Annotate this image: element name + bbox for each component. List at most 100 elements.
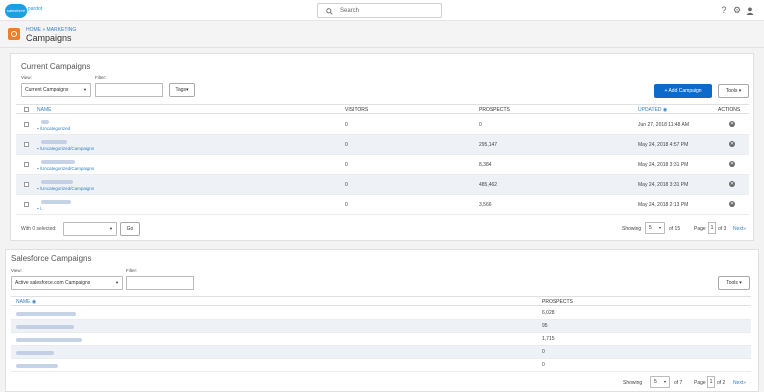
folder-path-text: /.. [39, 206, 44, 211]
table-row[interactable]: ▪ /Uncategorized/Campaigns 0 295,147 May 24… [16, 135, 749, 155]
with-selected-label: With 0 selected: [21, 226, 57, 232]
col-updated[interactable]: UPDATED ◉ [638, 107, 667, 113]
filter-input[interactable] [95, 83, 163, 97]
campaign-name-link[interactable] [16, 364, 58, 368]
updated-cell: May 24, 2018 3:31 PM [638, 162, 689, 168]
page-size-select[interactable]: 5 ▾ [650, 376, 670, 388]
folder-path[interactable]: ▪ /Uncategorized [37, 126, 70, 131]
page-input[interactable]: 1 [708, 222, 716, 234]
page-label: Page [694, 380, 706, 386]
campaign-icon [8, 28, 20, 40]
table-row[interactable]: ▪ /Uncategorized/Campaigns 0 485,462 May 24… [16, 175, 749, 195]
col-visitors: VISITORS [345, 107, 369, 113]
view-label: View: [21, 75, 32, 80]
search-icon [326, 8, 333, 15]
help-icon[interactable]: ? [719, 5, 729, 16]
prospects-cell: 8,384 [479, 162, 492, 168]
sort-icon: ◉ [662, 107, 668, 113]
row-checkbox[interactable] [24, 202, 29, 207]
campaign-name-link[interactable] [41, 120, 49, 124]
search-box[interactable]: Search [317, 3, 442, 18]
page-size-value: 5 [654, 379, 657, 385]
page-title: Campaigns [26, 33, 72, 43]
next-link[interactable]: Next» [733, 226, 746, 232]
view-select-value: Active salesforce.com Campaigns [15, 280, 91, 286]
tools-label: Tools [725, 88, 738, 94]
visitors-cell: 0 [345, 202, 348, 208]
folder-path[interactable]: ▪ /Uncategorized/Campaigns [37, 186, 94, 191]
campaign-name-link[interactable] [41, 140, 67, 144]
go-button[interactable]: Go [120, 222, 140, 236]
prospects-cell: 485,462 [479, 182, 498, 188]
col-name-label: NAME [16, 299, 31, 305]
select-all-checkbox[interactable] [24, 107, 29, 112]
filter-label: Filter: [126, 268, 138, 273]
delete-icon[interactable]: ✕ [729, 201, 735, 207]
table-row[interactable]: 95 [11, 320, 751, 333]
campaign-name-link[interactable] [16, 338, 82, 342]
folder-path[interactable]: ▪ /Uncategorized/Campaigns [37, 166, 94, 171]
gear-icon[interactable]: ⚙ [732, 5, 742, 16]
next-link[interactable]: Next» [733, 380, 746, 386]
col-name[interactable]: NAME ◉ [16, 299, 36, 305]
view-select[interactable]: Current Campaigns ▼ [21, 83, 91, 97]
page-label: Page [694, 226, 706, 232]
salesforce-logo[interactable]: salesforce [5, 4, 27, 18]
col-name[interactable]: NAME [37, 107, 51, 113]
view-select[interactable]: Active salesforce.com Campaigns ▼ [11, 276, 123, 290]
bulk-action-select[interactable]: ▼ [63, 222, 117, 236]
campaign-name-link[interactable] [41, 160, 75, 164]
add-campaign-button[interactable]: + Add Campaign [654, 84, 712, 98]
view-label: View: [11, 268, 22, 273]
page-of: of 2 [717, 380, 726, 386]
user-icon[interactable] [745, 5, 755, 16]
visitors-cell: 0 [345, 122, 348, 128]
folder-path-text: /Uncategorized [39, 126, 71, 131]
delete-icon[interactable]: ✕ [729, 181, 735, 187]
table-row[interactable]: 6,028 [11, 307, 751, 320]
chevron-down-icon: ▼ [83, 87, 87, 92]
showing-label: Showing [623, 380, 643, 386]
delete-icon[interactable]: ✕ [729, 161, 735, 167]
page-size-select[interactable]: 5 ▾ [645, 222, 665, 234]
campaign-name-link[interactable] [16, 312, 76, 316]
filter-label: Filter: [95, 75, 107, 80]
row-checkbox[interactable] [24, 162, 29, 167]
tools-button[interactable]: Tools ▾ [718, 276, 750, 290]
folder-icon: ▪ [37, 146, 39, 151]
salesforce-campaigns-card: Salesforce Campaigns View: Active salesf… [5, 249, 759, 392]
folder-path[interactable]: ▪ /.. [37, 206, 44, 211]
search-input[interactable]: Search [340, 8, 359, 14]
chevron-down-icon: ▾ [658, 225, 661, 230]
prospects-cell: 1,715 [542, 336, 555, 342]
delete-icon[interactable]: ✕ [729, 121, 735, 127]
folder-icon: ▪ [37, 206, 39, 211]
prospects-cell: 95 [542, 323, 548, 329]
updated-cell: Jun 27, 2018 11:48 AM [638, 122, 690, 128]
table-row[interactable]: ▪ /Uncategorized 0 0 Jun 27, 2018 11:48 AM ✕ [16, 115, 749, 135]
campaign-name-link[interactable] [41, 180, 73, 184]
prospects-cell: 0 [542, 362, 545, 368]
folder-icon: ▪ [37, 186, 39, 191]
campaign-name-link[interactable] [16, 325, 74, 329]
total-count: of 7 [674, 380, 683, 386]
campaign-name-link[interactable] [16, 351, 54, 355]
chevron-down-icon: ▼ [109, 226, 113, 231]
folder-path[interactable]: ▪ /Uncategorized/Campaigns [37, 146, 94, 151]
tags-button[interactable]: Tags▾ [169, 83, 195, 97]
page-input[interactable]: 1 [707, 376, 715, 388]
tools-button[interactable]: Tools ▾ [718, 84, 749, 98]
table-row[interactable]: ▪ /.. 0 3,566 May 24, 2018 2:13 PM ✕ [16, 195, 749, 215]
filter-input[interactable] [126, 276, 194, 290]
row-checkbox[interactable] [24, 142, 29, 147]
row-checkbox[interactable] [24, 182, 29, 187]
table-row[interactable]: ▪ /Uncategorized/Campaigns 0 8,384 May 24, … [16, 155, 749, 175]
row-checkbox[interactable] [24, 122, 29, 127]
delete-icon[interactable]: ✕ [729, 141, 735, 147]
table-row[interactable]: 0 [11, 346, 751, 359]
table-row[interactable]: 1,715 [11, 333, 751, 346]
table-row[interactable]: 0 [11, 359, 751, 372]
campaign-name-link[interactable] [41, 200, 71, 204]
prospects-cell: 0 [542, 349, 545, 355]
page-size-value: 5 [649, 225, 652, 231]
